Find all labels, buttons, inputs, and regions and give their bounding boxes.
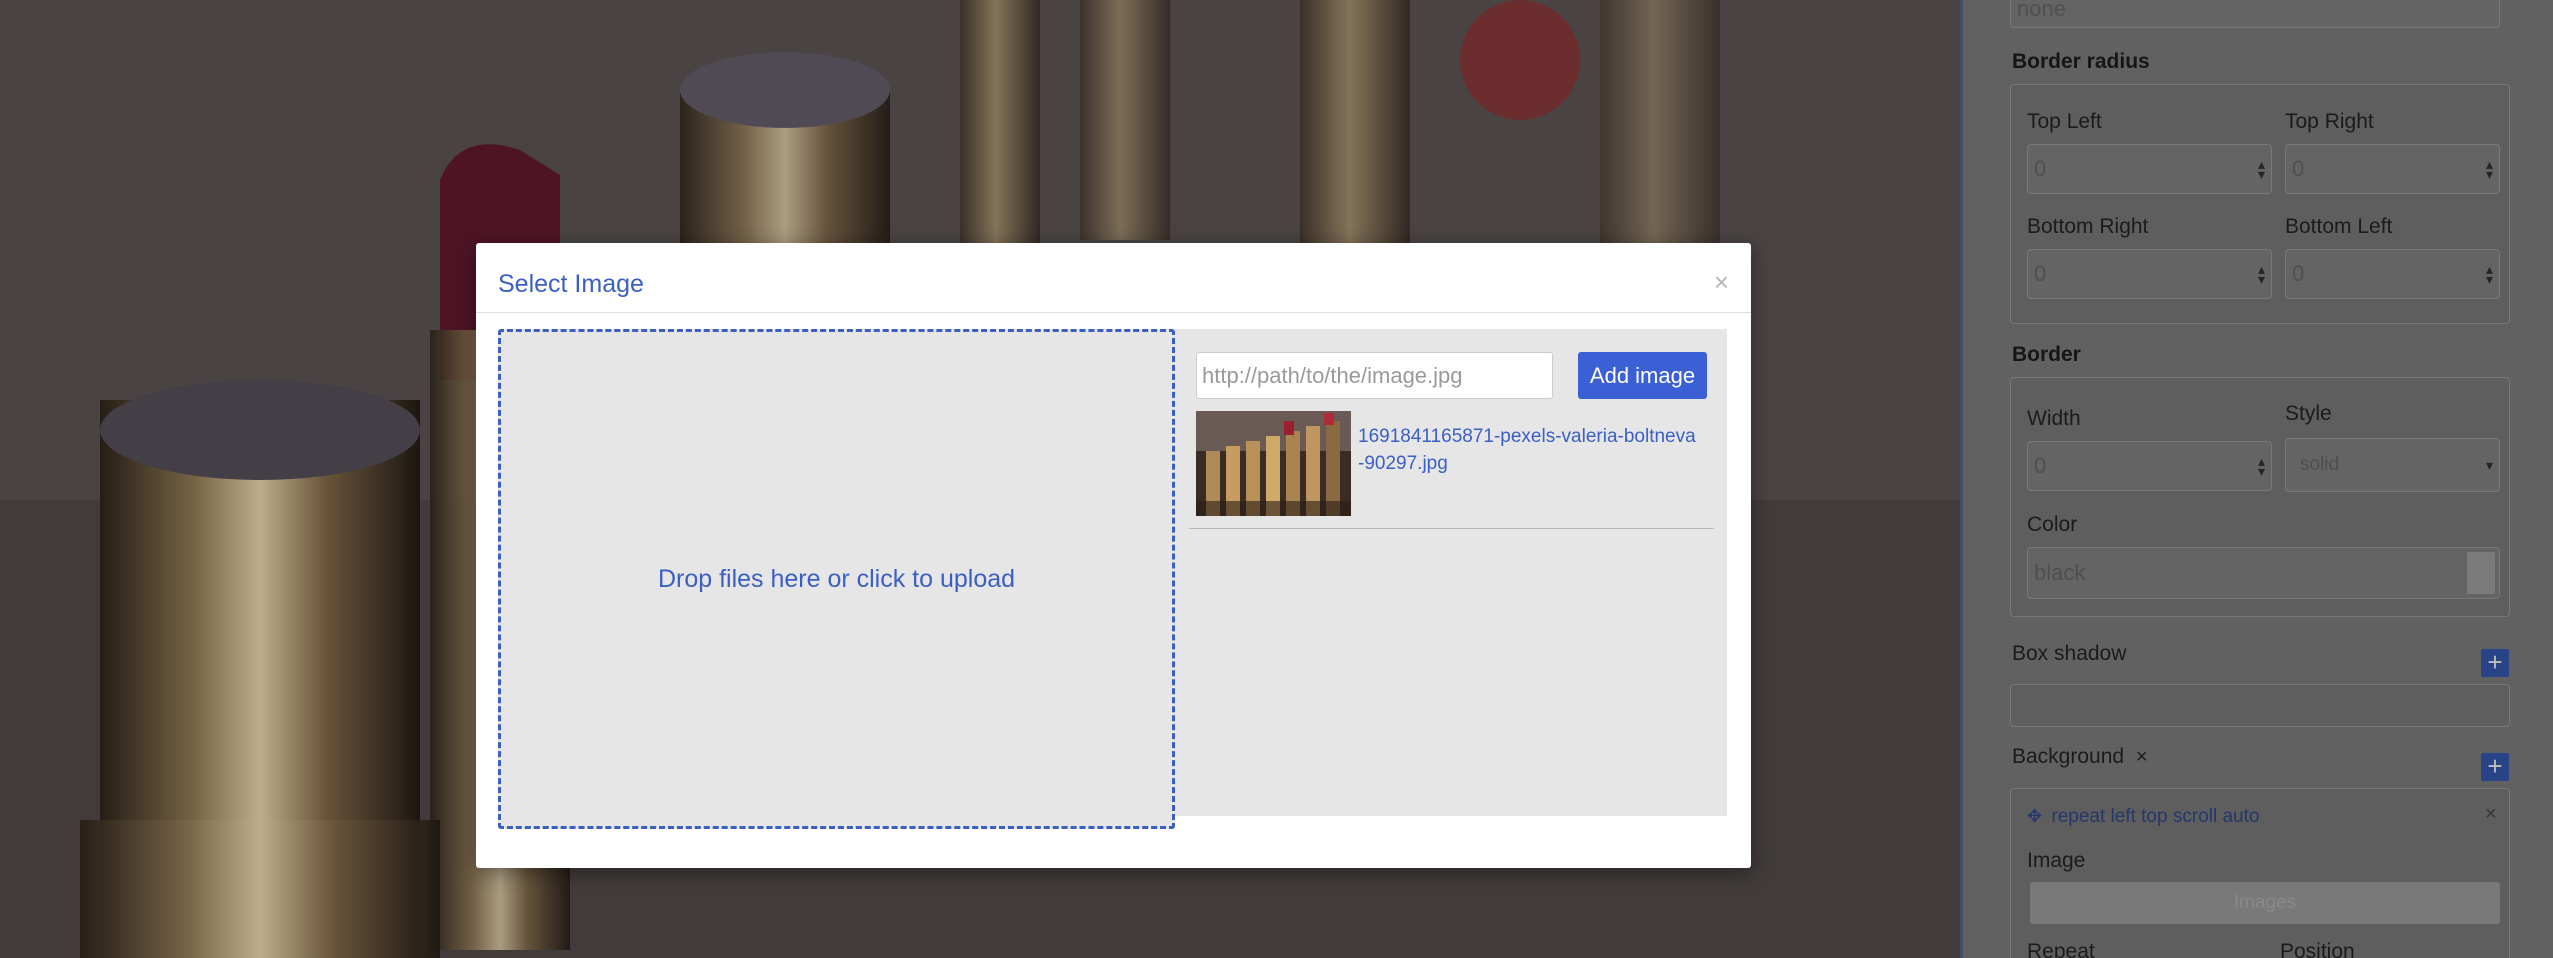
asset-manager: Add image 1691841165871- — [1175, 329, 1727, 816]
asset-item[interactable]: 1691841165871-pexels-valeria-boltneva-90… — [1189, 411, 1714, 529]
close-icon[interactable]: × — [1714, 269, 1729, 295]
modal-title: Select Image — [498, 270, 644, 298]
modal-header: Select Image × — [476, 243, 1751, 313]
asset-filename[interactable]: 1691841165871-pexels-valeria-boltneva-90… — [1358, 423, 1698, 477]
image-url-input[interactable] — [1196, 352, 1553, 399]
asset-thumbnail-image — [1196, 411, 1351, 516]
upload-dropzone[interactable]: Drop files here or click to upload — [498, 329, 1175, 829]
dropzone-text: Drop files here or click to upload — [657, 564, 1016, 593]
add-image-button[interactable]: Add image — [1578, 352, 1707, 399]
select-image-modal: Select Image × Drop files here or click … — [476, 243, 1751, 868]
asset-thumbnail[interactable] — [1196, 411, 1351, 516]
